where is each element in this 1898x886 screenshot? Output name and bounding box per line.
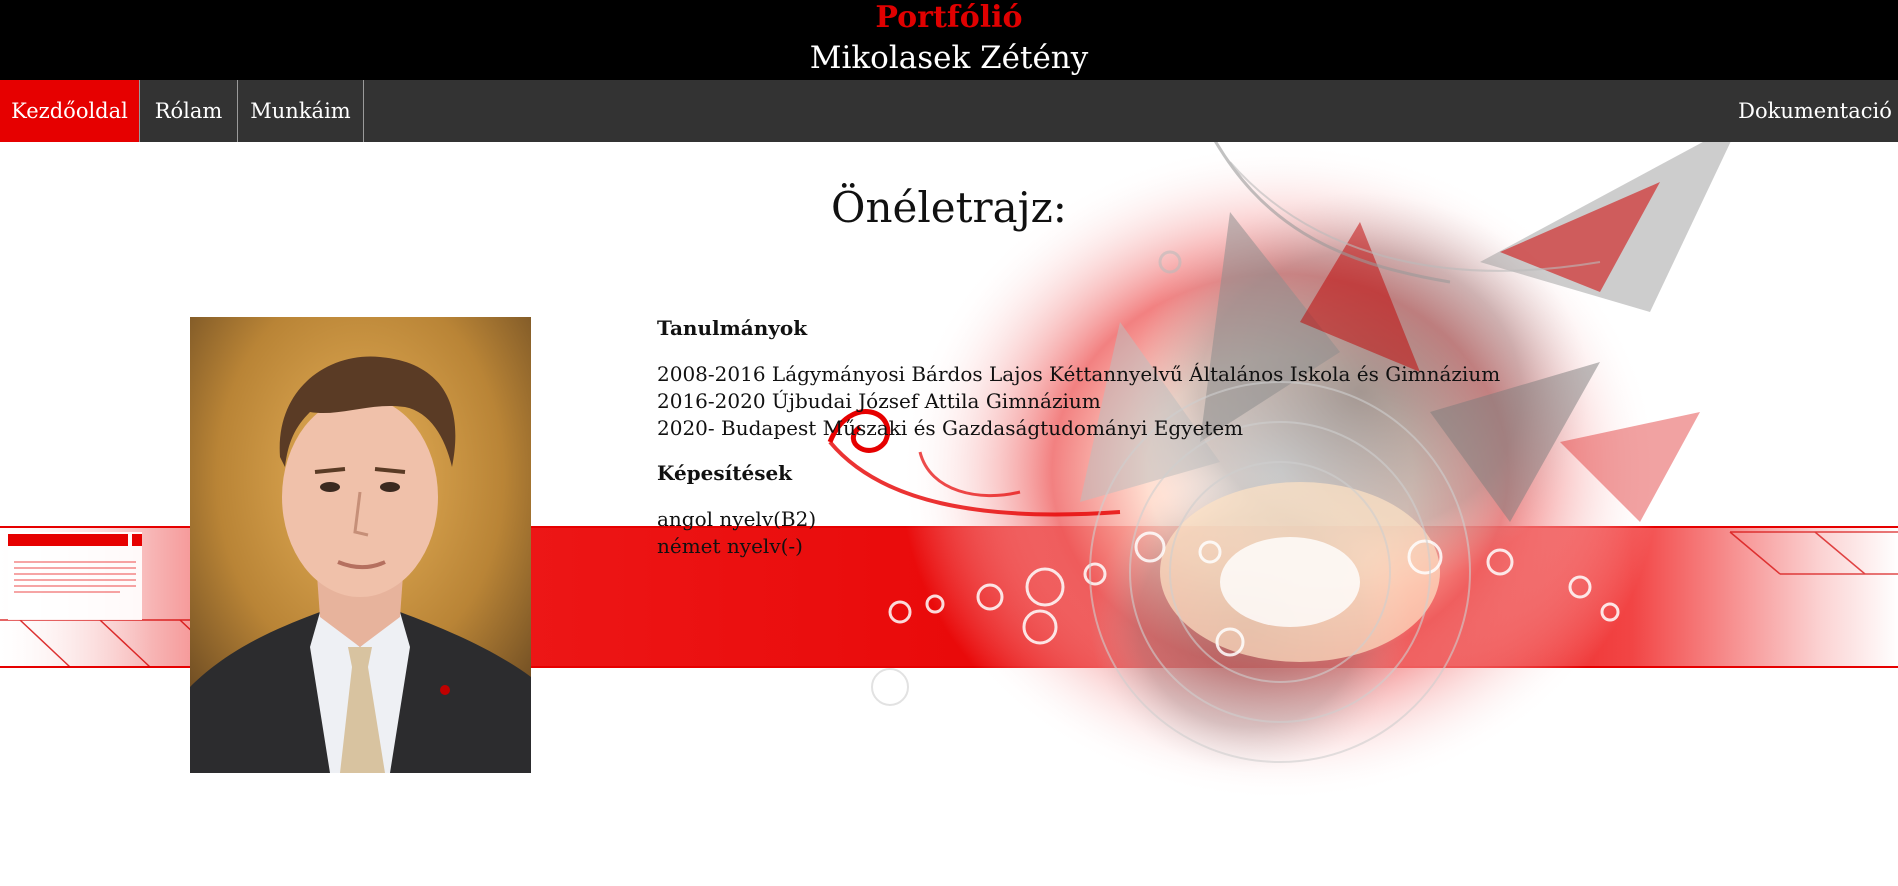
nav-item-documentation[interactable]: Dokumentació [1732,80,1898,142]
nav-item-home[interactable]: Kezdőoldal [0,80,139,142]
study-entry: 2016-2020 Újbudai József Attila Gimnáziu… [657,389,1101,413]
nav-divider [363,80,364,142]
owner-name: Mikolasek Zétény [809,40,1089,76]
page-title: Önéletrajz: [831,183,1067,232]
site-title: Portfólió [875,0,1023,35]
main-navigation: Kezdőoldal Rólam Munkáim Dokumentació [0,80,1898,142]
cv-info: Tanulmányok 2008-2016 Lágymányosi Bárdos… [657,314,1557,560]
studies-heading: Tanulmányok [657,316,808,340]
nav-item-works[interactable]: Munkáim [238,80,363,142]
qualification-entry: német nyelv(-) [657,534,803,558]
qualifications-heading: Képesítések [657,461,793,485]
main-content: Önéletrajz: Tanulmányok 2008-2016 Lágymá… [0,142,1898,886]
nav-item-about[interactable]: Rólam [140,80,237,142]
study-entry: 2008-2016 Lágymányosi Bárdos Lajos Kétta… [657,362,1501,386]
portrait-image [190,317,531,773]
profile-photo [190,317,531,773]
qualification-entry: angol nyelv(B2) [657,507,817,531]
site-header: Portfólió Mikolasek Zétény [0,0,1898,80]
study-entry: 2020- Budapest Műszaki és Gazdaságtudomá… [657,416,1244,440]
